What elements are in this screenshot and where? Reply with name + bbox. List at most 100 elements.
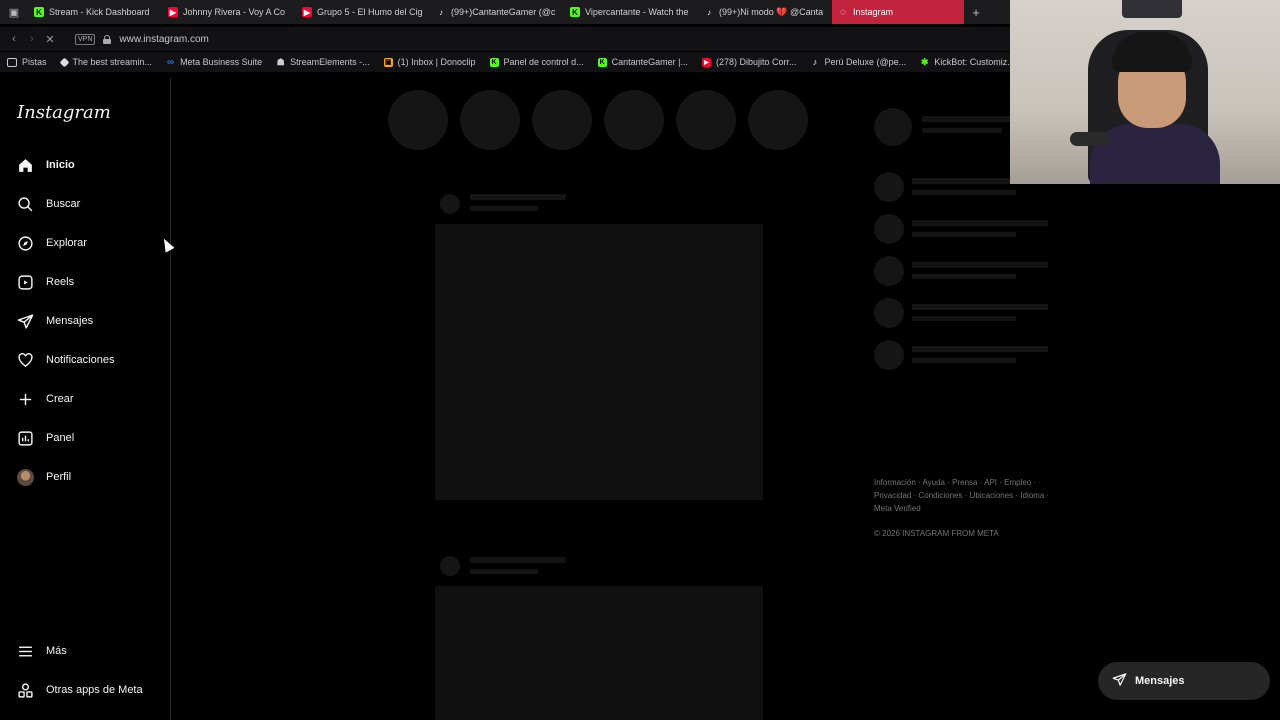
url-field[interactable]: www.instagram.com xyxy=(119,34,208,45)
story-placeholder xyxy=(460,90,520,150)
webcam-microphone xyxy=(1070,132,1110,146)
forward-icon[interactable]: › xyxy=(23,33,41,45)
nav-item-mensajes[interactable]: Mensajes xyxy=(17,311,93,331)
footer-links-line[interactable]: Información · Ayuda · Prensa · API · Emp… xyxy=(874,476,1064,489)
home-icon xyxy=(17,157,34,174)
youtube-icon: ▶ xyxy=(701,57,711,67)
bookmark-tiktok-peru[interactable]: ♪ Perú Deluxe (@pe... xyxy=(804,57,914,67)
story-placeholder xyxy=(676,90,736,150)
bookmark-label: (1) Inbox | Donoclip xyxy=(397,57,476,67)
suggestion-avatar-placeholder xyxy=(874,214,904,244)
avatar xyxy=(17,468,34,486)
nav-label: Mensajes xyxy=(46,315,94,327)
post-name-placeholder xyxy=(470,557,566,563)
tab-youtube-grupo5[interactable]: ▶ Grupo 5 - El Humo del Cig xyxy=(296,0,430,24)
story-placeholder xyxy=(748,90,808,150)
tab-youtube-johnny[interactable]: ▶ Johnny Rivera - Voy A Co xyxy=(162,0,296,24)
streamelements-icon: ☗ xyxy=(276,56,285,67)
loading-icon: ◌ xyxy=(840,6,846,18)
footer-links-line[interactable]: Meta Verified xyxy=(874,502,1064,515)
tab-label: Instagram xyxy=(853,7,894,17)
tab-label: Johnny Rivera - Voy A Co xyxy=(183,7,286,17)
stop-loading-icon[interactable]: ✕ xyxy=(41,33,59,46)
webcam-overlay xyxy=(1010,0,1280,184)
kick-icon: K xyxy=(34,7,44,17)
nav-item-perfil[interactable]: Perfil xyxy=(17,467,71,487)
new-tab-button[interactable]: + xyxy=(964,0,988,24)
tab-instagram[interactable]: ◌ Instagram xyxy=(832,0,964,24)
bookmark-kick-panel[interactable]: K Panel de control d... xyxy=(483,57,591,67)
bookmark-label: Perú Deluxe (@pe... xyxy=(824,57,907,67)
bookmarks-bar: Pistas The best streamin... ∞ Meta Busin… xyxy=(0,52,1015,72)
youtube-icon: ▶ xyxy=(168,7,178,17)
nav-item-explorar[interactable]: Explorar xyxy=(17,233,87,253)
messages-icon xyxy=(17,313,34,330)
bookmark-youtube-dibujito[interactable]: ▶ (278) Dibujito Corr... xyxy=(695,57,804,67)
nav-item-inicio[interactable]: Inicio xyxy=(17,155,75,175)
bookmark-label: KickBot: Customiz... xyxy=(934,57,1015,67)
nav-item-reels[interactable]: Reels xyxy=(17,272,74,292)
suggestion-meta-placeholder xyxy=(912,190,1016,195)
reels-icon xyxy=(17,274,34,291)
nav-item-mas[interactable]: Más xyxy=(17,641,67,661)
streamlabs-icon xyxy=(59,57,69,67)
suggestion-meta-placeholder xyxy=(912,316,1016,321)
bookmark-label: The best streamin... xyxy=(72,57,153,67)
post-media-placeholder xyxy=(435,224,763,500)
post-name-placeholder xyxy=(470,194,566,200)
bookmark-label: CantanteGamer |... xyxy=(611,57,688,67)
suggestion-name-placeholder xyxy=(912,346,1048,352)
bookmark-donoclip[interactable]: ▣ (1) Inbox | Donoclip xyxy=(377,57,483,67)
nav-label: Otras apps de Meta xyxy=(46,684,143,696)
search-icon xyxy=(17,196,34,213)
post-meta-placeholder xyxy=(470,206,538,211)
nav-item-otras-apps[interactable]: Otras apps de Meta xyxy=(17,680,143,700)
story-placeholder xyxy=(604,90,664,150)
nav-item-panel[interactable]: Panel xyxy=(17,428,74,448)
vpn-badge[interactable]: VPN xyxy=(75,33,96,45)
lock-icon[interactable] xyxy=(103,34,112,44)
nav-label: Perfil xyxy=(46,471,72,483)
bookmark-kickbot[interactable]: ✱ KickBot: Customiz... xyxy=(913,56,1022,68)
webcam-background xyxy=(1122,0,1182,18)
suggestion-name-placeholder xyxy=(912,220,1048,226)
nav-label: Más xyxy=(46,645,67,657)
messages-button[interactable]: Mensajes xyxy=(1098,662,1270,700)
back-icon[interactable]: ‹ xyxy=(5,33,23,45)
bookmark-pistas[interactable]: Pistas xyxy=(0,57,54,67)
bookmark-label: (278) Dibujito Corr... xyxy=(715,57,797,67)
nav-label: Buscar xyxy=(46,198,81,210)
suggestion-meta-placeholder xyxy=(912,274,1016,279)
meta-apps-icon xyxy=(17,682,34,699)
kick-icon: K xyxy=(570,7,580,17)
bookmark-label: Pistas xyxy=(22,57,47,67)
kickbot-icon: ✱ xyxy=(920,56,929,67)
instagram-logo[interactable]: Instagram xyxy=(17,102,111,123)
bookmark-kick-cantante[interactable]: K CantanteGamer |... xyxy=(591,57,695,67)
kick-icon: K xyxy=(489,57,499,67)
footer-links: Información · Ayuda · Prensa · API · Emp… xyxy=(874,476,1064,515)
bookmark-meta-business[interactable]: ∞ Meta Business Suite xyxy=(159,56,269,68)
meta-icon: ∞ xyxy=(166,56,175,68)
tab-label: (99+)CantanteGamer (@c xyxy=(451,7,556,17)
nav-item-notificaciones[interactable]: Notificaciones xyxy=(17,350,114,370)
nav-label: Explorar xyxy=(46,237,87,249)
story-placeholder xyxy=(388,90,448,150)
tab-kick-vipercantante[interactable]: K Vipercantante - Watch the xyxy=(564,0,698,24)
menu-icon xyxy=(17,643,34,660)
tab-tiktok-nimodo[interactable]: ♪ (99+)Ni modo 💔 @Canta xyxy=(698,0,832,24)
nav-item-buscar[interactable]: Buscar xyxy=(17,194,80,214)
footer-links-line[interactable]: Privacidad · Condiciones · Ubicaciones ·… xyxy=(874,489,1064,502)
compass-icon xyxy=(17,235,34,252)
plus-icon xyxy=(17,391,34,408)
tiktok-icon: ♪ xyxy=(439,7,443,17)
tab-label: Vipercantante - Watch the xyxy=(585,7,689,17)
suggestion-name-placeholder xyxy=(912,262,1048,268)
nav-item-crear[interactable]: Crear xyxy=(17,389,74,409)
bookmark-streamelements[interactable]: ☗ StreamElements -... xyxy=(269,56,377,68)
tab-kick-dashboard[interactable]: K Stream - Kick Dashboard xyxy=(28,0,162,24)
tab-actions-icon[interactable]: ▣ xyxy=(0,0,28,24)
bookmark-streamlabs[interactable]: The best streamin... xyxy=(54,57,160,67)
tab-tiktok-cantante[interactable]: ♪ (99+)CantanteGamer (@c xyxy=(430,0,564,24)
post-meta-placeholder xyxy=(470,569,538,574)
